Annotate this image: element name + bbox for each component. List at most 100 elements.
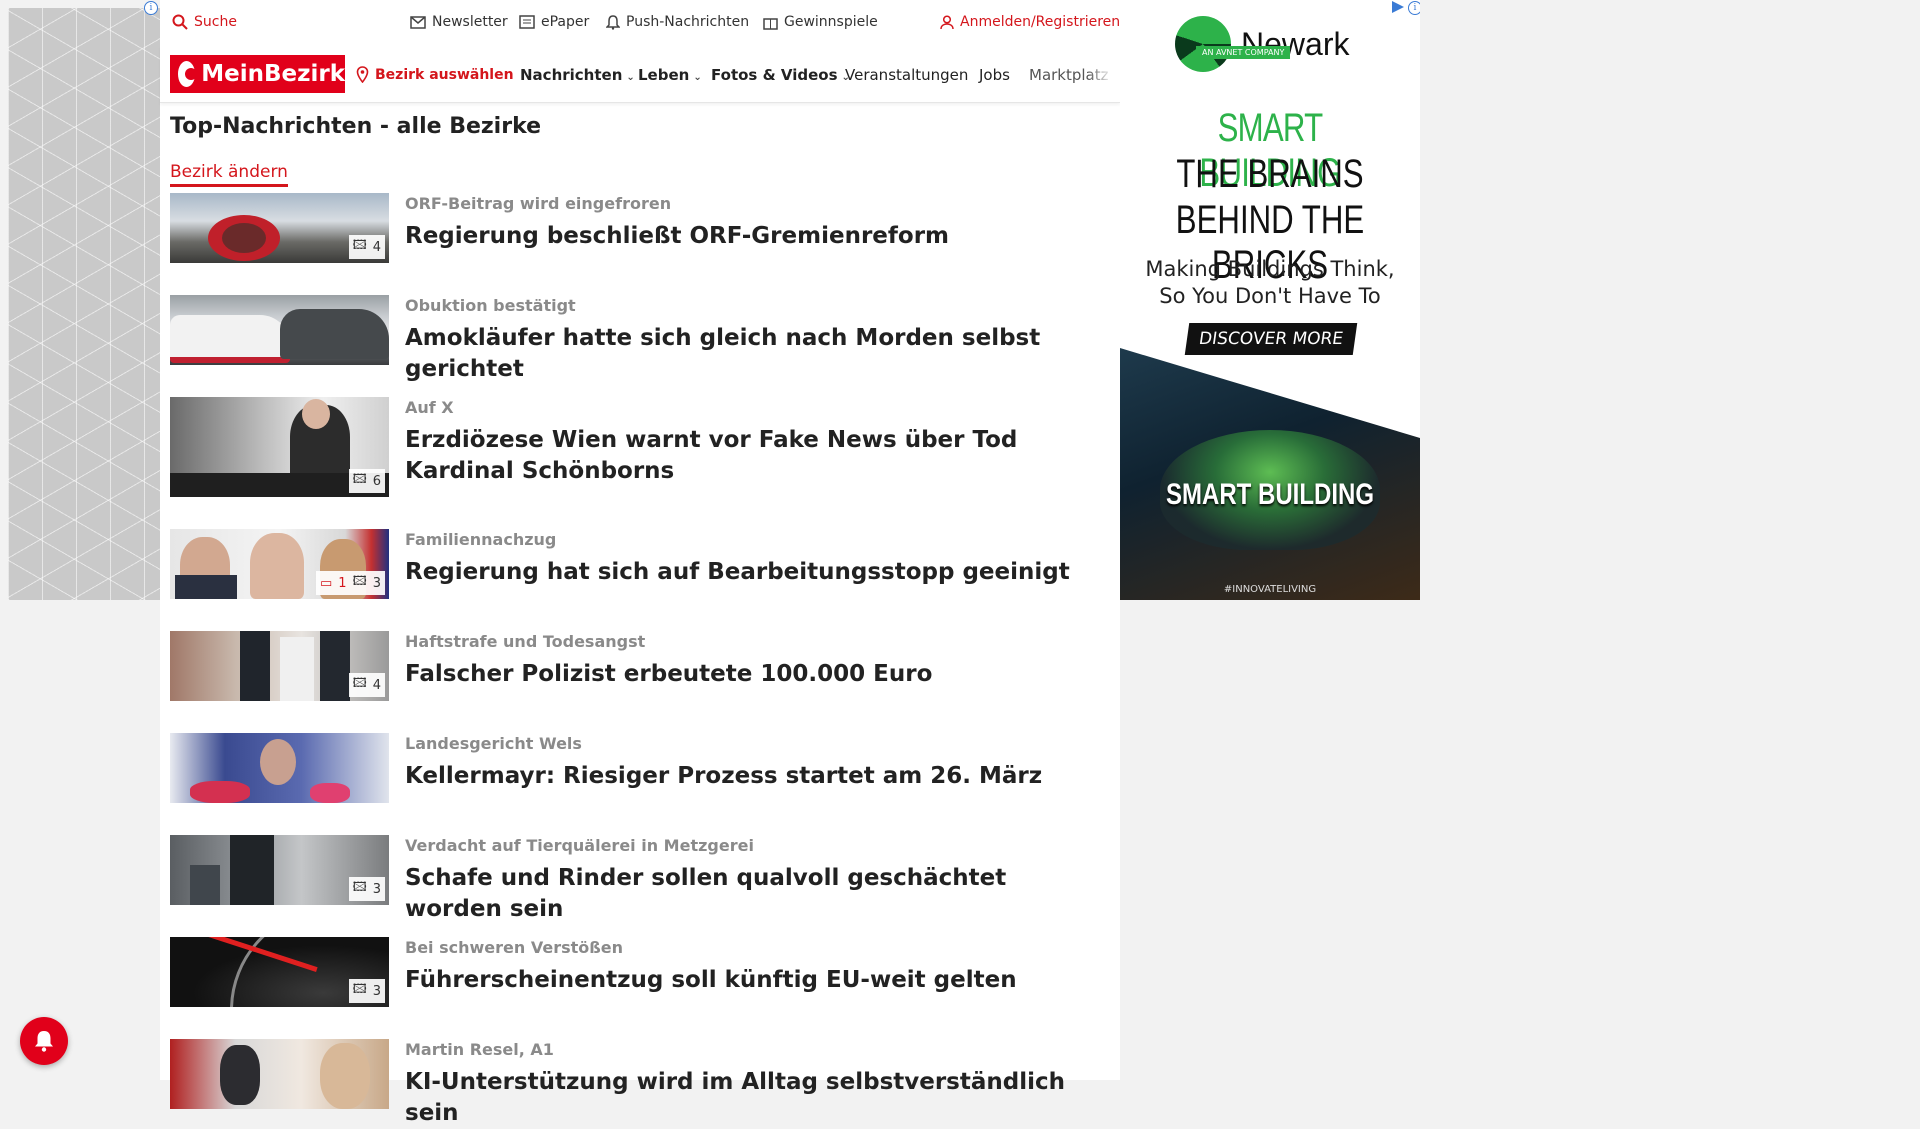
user-icon	[940, 14, 954, 29]
image-count-badge: 🖾 3	[348, 877, 385, 901]
article-thumbnail[interactable]: 🖾 4	[170, 193, 389, 263]
bell-icon	[606, 14, 620, 30]
article-kicker: Landesgericht Wels	[405, 734, 582, 753]
image-count: 3	[372, 983, 381, 999]
newark-logo: Newark	[1175, 16, 1349, 72]
ad-cta-button[interactable]: DISCOVER MORE	[1184, 323, 1358, 355]
nav-jobs[interactable]: Jobs	[979, 66, 1010, 84]
article-headline[interactable]: Schafe und Rinder sollen qualvoll geschä…	[405, 863, 1105, 925]
article-headline[interactable]: Amokläufer hatte sich gleich nach Morden…	[405, 323, 1105, 385]
article-kicker: ORF-Beitrag wird eingefroren	[405, 194, 672, 213]
image-count-badge: 🖾 4	[348, 235, 385, 259]
epaper-link[interactable]: ePaper	[519, 14, 589, 30]
nav-veranstaltungen-label: Veranstaltungen	[845, 66, 969, 84]
nav-jobs-label: Jobs	[979, 66, 1010, 84]
ad-subtext: Making Buildings Think, So You Don't Hav…	[1120, 256, 1420, 310]
main-content: Suche Newsletter ePaper Push-Nachrichten…	[160, 0, 1120, 1126]
article-thumbnail[interactable]: 🖾 3	[170, 937, 389, 1007]
gewinnspiele-link[interactable]: Gewinnspiele	[763, 14, 878, 30]
article-kicker: Familiennachzug	[405, 530, 557, 549]
search-label: Suche	[194, 14, 237, 30]
search-icon	[172, 14, 188, 30]
engagement-badge: ▭ 1 🖾 3	[315, 571, 385, 595]
nav-leben[interactable]: Leben ⌄	[638, 66, 702, 84]
article-thumbnail[interactable]: 🖾 4	[170, 631, 389, 701]
gift-icon	[763, 17, 778, 30]
article-headline[interactable]: Falscher Polizist erbeutete 100.000 Euro	[405, 659, 1105, 690]
nav-veranstaltungen[interactable]: Veranstaltungen	[845, 66, 968, 84]
nav-nachrichten-label: Nachrichten	[520, 66, 623, 84]
comment-count: 1	[338, 575, 347, 591]
article-thumbnail[interactable]	[170, 733, 389, 803]
image-icon: 🖾	[352, 238, 367, 253]
image-icon: 🖾	[352, 880, 367, 895]
article-kicker: Verdacht auf Tierquälerei in Metzgerei	[405, 836, 754, 855]
article-thumbnail[interactable]: 🖾 3	[170, 835, 389, 905]
ad-info-icon[interactable]: i	[1408, 1, 1420, 15]
image-count: 4	[372, 677, 381, 693]
location-pin-icon	[356, 66, 369, 83]
image-count-badge: 🖾 3	[348, 979, 385, 1003]
article-thumbnail[interactable]: ▭ 1 🖾 3	[170, 529, 389, 599]
login-link[interactable]: Anmelden/Registrieren	[940, 14, 1120, 30]
bell-icon	[35, 1031, 53, 1052]
newark-logo-icon	[1175, 16, 1231, 72]
main-navigation: MeinBezirk Bezirk auswählen Nachrichten ⌄…	[160, 46, 1120, 103]
left-skyscraper-ad[interactable]	[8, 8, 160, 600]
adchoices-icon[interactable]	[1392, 1, 1404, 13]
push-link[interactable]: Push-Nachrichten	[606, 14, 749, 30]
chevron-down-icon: ⌄	[693, 72, 702, 83]
image-count-badge: 🖾 6	[348, 469, 385, 493]
bezirk-select[interactable]: Bezirk auswählen	[356, 66, 514, 83]
push-label: Push-Nachrichten	[626, 14, 750, 30]
bezirk-label: Bezirk auswählen	[375, 66, 514, 83]
article-kicker: Auf X	[405, 398, 454, 417]
logo-text: MeinBezirk	[201, 61, 345, 87]
article-headline[interactable]: Kellermayr: Riesiger Prozess startet am …	[405, 761, 1105, 792]
nav-fotos-label: Fotos & Videos	[711, 66, 838, 84]
comment-icon: ▭	[319, 575, 333, 591]
ad-headline-2: THE BRAINS	[1176, 152, 1364, 196]
image-icon: 🖾	[352, 574, 367, 589]
epaper-label: ePaper	[541, 14, 590, 30]
article-kicker: Haftstrafe und Todesangst	[405, 632, 646, 651]
image-count: 6	[372, 473, 381, 489]
ad-info-icon[interactable]: i	[144, 1, 158, 15]
login-label: Anmelden/Registrieren	[960, 14, 1121, 30]
article-kicker: Martin Resel, A1	[405, 1040, 554, 1059]
utility-bar: Suche Newsletter ePaper Push-Nachrichten…	[160, 0, 1120, 46]
search-link[interactable]: Suche	[172, 14, 237, 30]
ad-brand-sub: AN AVNET COMPANY	[1196, 46, 1291, 59]
nav-marktplatz[interactable]: Marktplatz	[1029, 66, 1113, 84]
mail-icon	[410, 15, 426, 29]
article-thumbnail[interactable]	[170, 295, 389, 365]
meinbezirk-logo[interactable]: MeinBezirk	[170, 55, 345, 93]
image-count: 3	[372, 575, 381, 591]
image-icon: 🖾	[352, 472, 367, 487]
nav-marktplatz-label: Marktplatz	[1029, 66, 1109, 84]
gewinnspiele-label: Gewinnspiele	[784, 14, 878, 30]
ad-subtext-2: So You Don't Have To	[1159, 284, 1381, 308]
newsletter-link[interactable]: Newsletter	[410, 14, 508, 30]
ad-image-text: SMART BUILDING	[1166, 478, 1374, 511]
article-headline[interactable]: Erzdiözese Wien warnt vor Fake News über…	[405, 425, 1105, 487]
nav-fotos-videos[interactable]: Fotos & Videos ⌄	[711, 66, 850, 84]
image-count: 3	[372, 881, 381, 897]
article-headline[interactable]: Führerscheinentzug soll künftig EU-weit …	[405, 965, 1105, 996]
article-thumbnail[interactable]: 🖾 6	[170, 397, 389, 497]
image-icon: 🖾	[352, 982, 367, 997]
nav-nachrichten[interactable]: Nachrichten ⌄	[520, 66, 635, 84]
article-thumbnail[interactable]	[170, 1039, 389, 1109]
notification-bell-button[interactable]	[20, 1017, 68, 1065]
change-bezirk-link[interactable]: Bezirk ändern	[170, 162, 288, 187]
chevron-down-icon: ⌄	[626, 72, 635, 83]
article-headline[interactable]: Regierung hat sich auf Bearbeitungsstopp…	[405, 557, 1105, 588]
article-headline[interactable]: KI-Unterstützung wird im Alltag selbstve…	[405, 1067, 1105, 1129]
logo-flower-icon	[178, 61, 198, 87]
image-icon: 🖾	[352, 676, 367, 691]
ad-subtext-1: Making Buildings Think,	[1145, 257, 1395, 281]
right-banner-ad[interactable]: Newark AN AVNET COMPANY SMART BUILDING T…	[1120, 0, 1420, 600]
article-kicker: Obuktion bestätigt	[405, 296, 576, 315]
page-title: Top-Nachrichten - alle Bezirke	[170, 114, 542, 139]
article-headline[interactable]: Regierung beschließt ORF-Gremienreform	[405, 221, 1105, 252]
